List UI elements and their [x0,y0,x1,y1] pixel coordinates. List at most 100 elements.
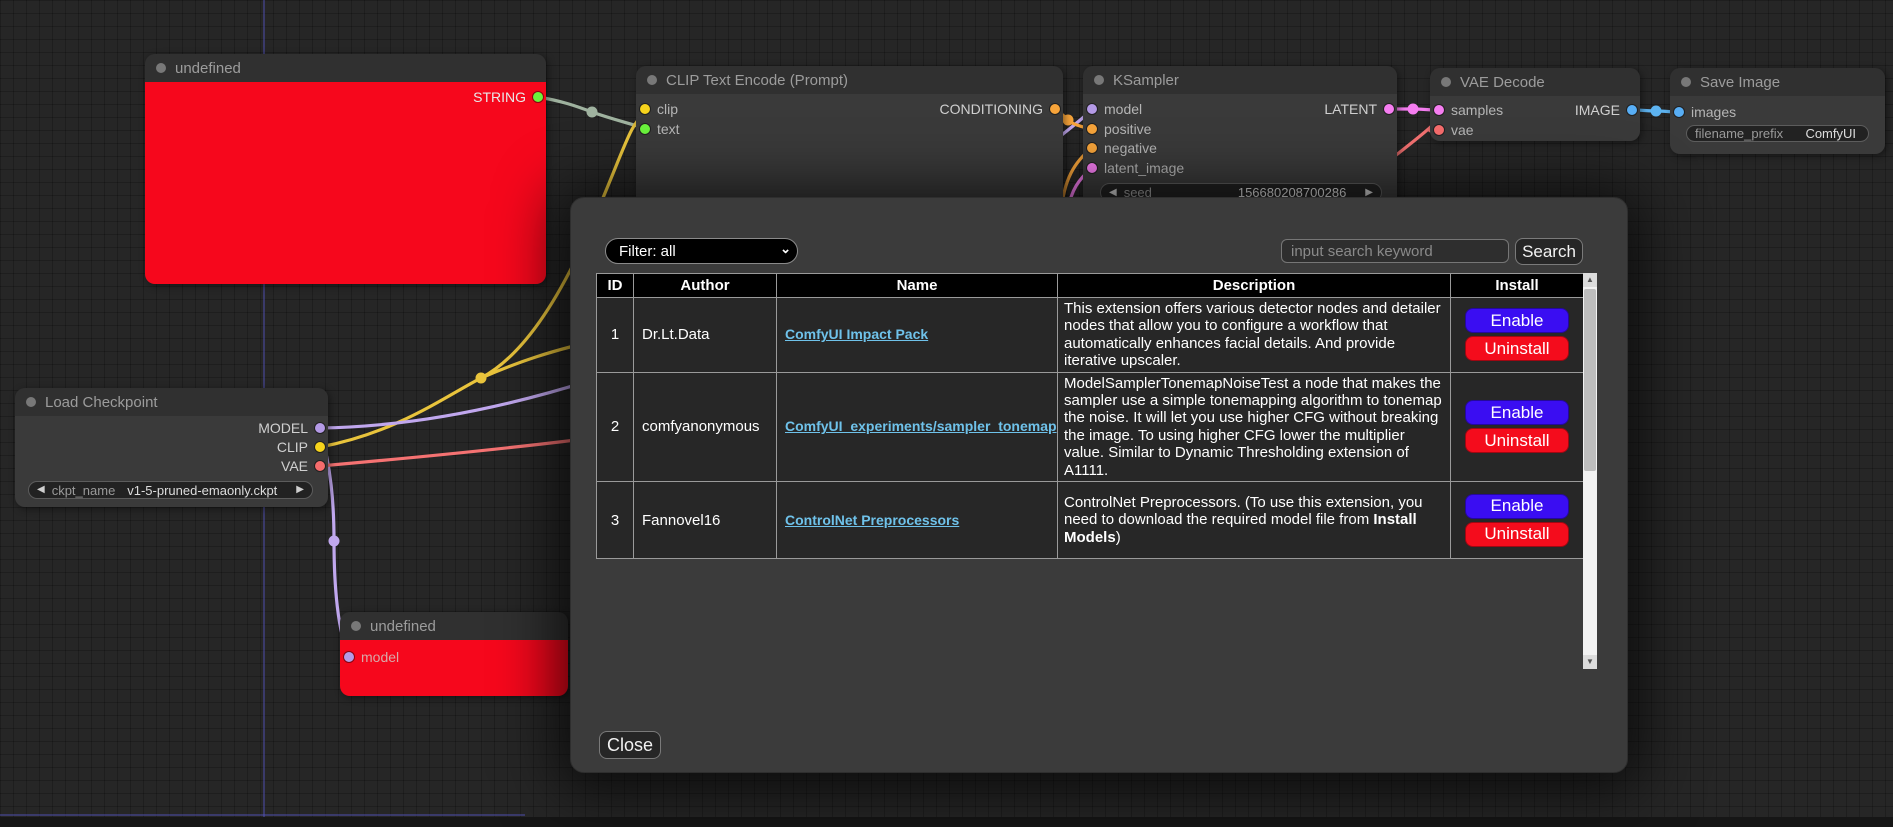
node-title-bar[interactable]: CLIP Text Encode (Prompt) [636,66,1063,94]
node-save-image[interactable]: Save Image images filename_prefix ComfyU… [1670,68,1885,154]
port-dot-images[interactable] [1674,107,1684,117]
input-port-positive[interactable]: positive [1087,122,1151,136]
port-dot-text[interactable] [640,124,650,134]
increment-arrow-icon[interactable]: ▶ [296,485,304,495]
port-dot-model[interactable] [315,423,325,433]
node-body: images filename_prefix ComfyUI [1670,96,1885,154]
port-dot-latent-image[interactable] [1087,163,1097,173]
node-body: model [340,640,568,696]
node-title-bar[interactable]: undefined [145,54,546,82]
collapse-dot-icon[interactable] [1094,75,1104,85]
uninstall-button[interactable]: Uninstall [1465,522,1569,547]
decrement-arrow-icon[interactable]: ◀ [1109,188,1117,198]
node-title: Load Checkpoint [45,394,158,411]
collapse-dot-icon[interactable] [351,621,361,631]
node-body: MODEL CLIP VAE ◀ ckpt_name v1-5-pruned-e… [15,416,328,507]
table-row: 1 Dr.Lt.Data ComfyUI Impact Pack This ex… [597,298,1584,373]
port-dot-positive[interactable] [1087,124,1097,134]
ckpt-name-widget[interactable]: ◀ ckpt_name v1-5-pruned-emaonly.ckpt ▶ [28,481,313,499]
decrement-arrow-icon[interactable]: ◀ [37,485,45,495]
output-port-conditioning[interactable]: CONDITIONING [940,102,1060,116]
input-port-text[interactable]: text [640,122,680,136]
uninstall-button[interactable]: Uninstall [1465,428,1569,453]
input-port-images[interactable]: images [1674,105,1736,119]
uninstall-button[interactable]: Uninstall [1465,336,1569,361]
table-row: 3 Fannovel16 ControlNet Preprocessors Co… [597,482,1584,559]
search-button[interactable]: Search [1515,238,1583,265]
input-port-model[interactable]: model [1087,102,1142,116]
port-dot-latent[interactable] [1384,104,1394,114]
output-port-image[interactable]: IMAGE [1575,103,1637,117]
port-dot-model[interactable] [1087,104,1097,114]
extension-link[interactable]: ComfyUI_experiments/sampler_tonemap [785,418,1057,434]
port-dot-negative[interactable] [1087,143,1097,153]
header-name: Name [777,274,1058,298]
scrollbar-up-arrow-icon[interactable]: ▲ [1583,273,1597,287]
cell-description: ModelSamplerTonemapNoiseTest a node that… [1058,372,1451,481]
node-load-checkpoint[interactable]: Load Checkpoint MODEL CLIP VAE ◀ ckpt_na… [15,388,328,507]
input-port-clip[interactable]: clip [640,102,678,116]
collapse-dot-icon[interactable] [156,63,166,73]
collapse-dot-icon[interactable] [1441,77,1451,87]
node-title-bar[interactable]: KSampler [1083,66,1397,94]
node-title-bar[interactable]: VAE Decode [1430,68,1640,96]
node-title: undefined [370,618,436,635]
scrollbar-down-arrow-icon[interactable]: ▼ [1583,655,1597,669]
extension-manager-dialog: Filter: all ⌄ Search ID Author Name Desc… [570,197,1628,773]
table-row: 2 comfyanonymous ComfyUI_experiments/sam… [597,372,1584,481]
port-dot-clip[interactable] [315,442,325,452]
collapse-dot-icon[interactable] [26,397,36,407]
node-title-bar[interactable]: undefined [340,612,568,640]
extension-link[interactable]: ControlNet Preprocessors [785,512,959,528]
scrollbar[interactable]: ▲ ▼ [1583,273,1597,669]
scrollbar-thumb[interactable] [1584,289,1596,471]
input-port-latent-image[interactable]: latent_image [1087,161,1184,175]
port-dot-vae[interactable] [1434,125,1444,135]
header-description: Description [1058,274,1451,298]
enable-button[interactable]: Enable [1465,400,1569,425]
node-undefined-top[interactable]: undefined STRING [145,54,546,284]
widget-value: ComfyUI [1805,126,1856,141]
node-title: CLIP Text Encode (Prompt) [666,72,848,89]
output-port-latent[interactable]: LATENT [1324,102,1394,116]
output-port-clip[interactable]: CLIP [277,440,325,454]
cell-author: Dr.Lt.Data [634,298,777,373]
node-title: VAE Decode [1460,74,1545,91]
node-title-bar[interactable]: Load Checkpoint [15,388,328,416]
input-port-negative[interactable]: negative [1087,141,1157,155]
input-port-model[interactable]: model [344,650,399,664]
port-dot-clip[interactable] [640,104,650,114]
cell-id: 1 [597,298,634,373]
filter-selected-value: Filter: all [619,243,676,260]
collapse-dot-icon[interactable] [647,75,657,85]
filter-select[interactable]: Filter: all ⌄ [605,238,798,264]
close-button[interactable]: Close [599,731,661,759]
node-vae-decode[interactable]: VAE Decode samples vae IMAGE [1430,68,1640,141]
search-input[interactable] [1281,239,1509,263]
increment-arrow-icon[interactable]: ▶ [1365,188,1373,198]
cell-description: ControlNet Preprocessors. (To use this e… [1058,482,1451,559]
node-title-bar[interactable]: Save Image [1670,68,1885,96]
node-body: STRING [145,82,546,284]
filename-prefix-widget[interactable]: filename_prefix ComfyUI [1686,125,1869,142]
extension-link[interactable]: ComfyUI Impact Pack [785,326,928,342]
cell-description: This extension offers various detector n… [1058,298,1451,373]
port-dot-image[interactable] [1627,105,1637,115]
port-dot-model[interactable] [344,652,354,662]
enable-button[interactable]: Enable [1465,494,1569,519]
node-undefined-bottom[interactable]: undefined model [340,612,568,696]
input-port-vae[interactable]: vae [1434,123,1474,137]
port-dot-samples[interactable] [1434,105,1444,115]
output-port-model[interactable]: MODEL [258,421,325,435]
input-port-samples[interactable]: samples [1434,103,1503,117]
output-port-vae[interactable]: VAE [281,459,325,473]
header-id: ID [597,274,634,298]
header-author: Author [634,274,777,298]
port-dot-vae[interactable] [315,461,325,471]
port-dot-conditioning[interactable] [1050,104,1060,114]
port-dot-string[interactable] [533,92,543,102]
output-port-string[interactable]: STRING [473,90,543,104]
collapse-dot-icon[interactable] [1681,77,1691,87]
enable-button[interactable]: Enable [1465,308,1569,333]
node-title: undefined [175,60,241,77]
